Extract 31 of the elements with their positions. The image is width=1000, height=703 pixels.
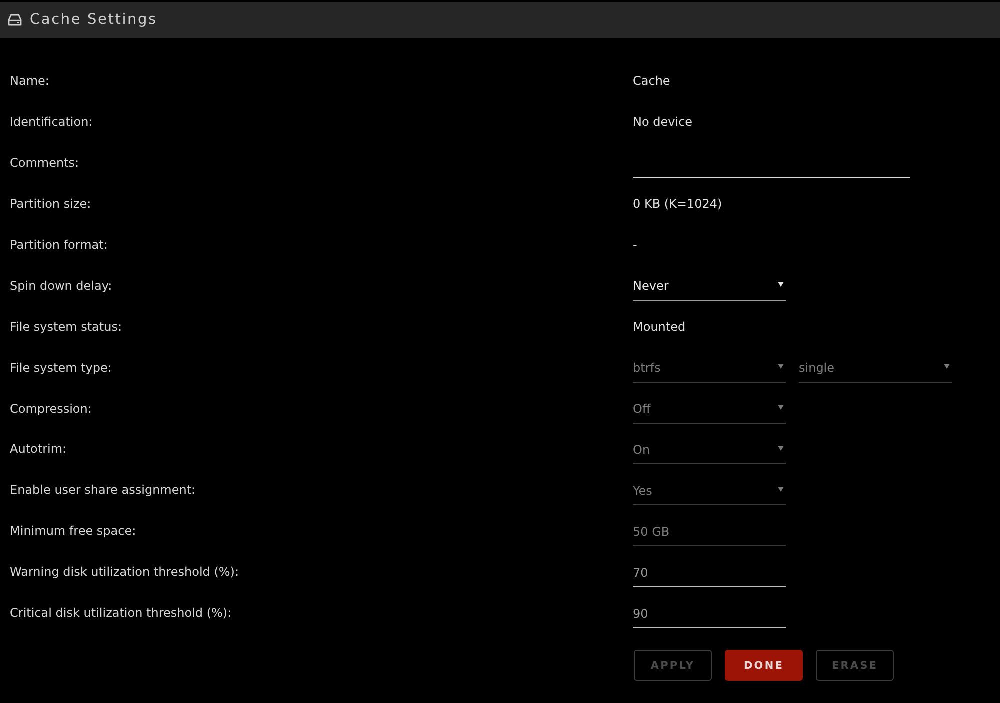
caret-icon xyxy=(778,364,784,370)
caret-icon xyxy=(944,364,950,370)
field-label: Warning disk utilization threshold (%): xyxy=(10,565,240,580)
field-label: Compression: xyxy=(10,402,93,416)
field-value: Mounted xyxy=(633,320,686,334)
field-label: Comments: xyxy=(10,156,80,170)
dropdown[interactable]: Never xyxy=(633,272,786,301)
hard-drive-icon xyxy=(8,14,22,26)
text-input[interactable]: 70 xyxy=(633,558,786,588)
field-label: Partition size: xyxy=(10,197,92,212)
field-value: 0 KB (K=1024) xyxy=(633,197,722,212)
field-label: Spin down delay: xyxy=(10,278,114,293)
field-value: Cache xyxy=(633,74,670,88)
field-label: Enable user share assignment: xyxy=(10,483,197,498)
caret-icon xyxy=(778,446,784,451)
caret-icon xyxy=(778,486,784,492)
action-button[interactable]: DONE xyxy=(725,650,803,682)
panel-title: Cache Settings xyxy=(30,12,158,28)
field-value: - xyxy=(633,238,638,252)
field-label: Name: xyxy=(10,74,50,88)
field-label: Partition format: xyxy=(10,238,109,252)
field-label: Autotrim: xyxy=(10,442,68,456)
field-label: Identification: xyxy=(10,115,94,130)
field-value: No device xyxy=(633,115,693,130)
caret-icon xyxy=(778,282,784,288)
field-label: File system type: xyxy=(10,360,113,375)
text-input[interactable]: 90 xyxy=(633,599,786,628)
caret-icon xyxy=(778,405,784,410)
field-label: Critical disk utilization threshold (%): xyxy=(10,606,233,620)
field-label: File system status: xyxy=(10,320,124,334)
field-label: Minimum free space: xyxy=(10,524,138,538)
